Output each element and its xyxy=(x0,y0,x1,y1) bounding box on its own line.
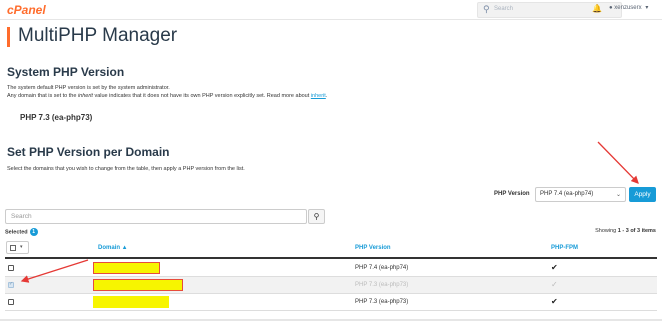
domain-redacted xyxy=(93,279,183,291)
inherit-link[interactable]: inherit xyxy=(311,93,326,99)
checkmark-icon: ✔ xyxy=(551,297,558,306)
domain-redacted xyxy=(93,296,169,308)
username-label: xenzuserx xyxy=(614,5,642,11)
table-header: ▾ Domain ▲ PHP Version PHP-FPM xyxy=(5,238,657,259)
php-version-select[interactable]: PHP 7.4 (ea-php74) ⌄ xyxy=(535,187,626,202)
checkmark-icon: ✔ xyxy=(551,263,558,272)
selected-badge: 1 xyxy=(29,228,38,236)
system-php-heading: System PHP Version xyxy=(7,65,125,79)
system-php-desc-1: The system default PHP version is set by… xyxy=(7,85,170,91)
bell-icon[interactable]: 🔔 xyxy=(592,4,602,13)
user-menu[interactable]: ● xenzuserx ▾ xyxy=(609,4,648,11)
chevron-down-icon: ⌄ xyxy=(615,192,621,198)
php-version-selected: PHP 7.4 (ea-php74) xyxy=(540,191,594,197)
desc-text: Any domain that is set to the xyxy=(7,93,78,99)
checkmark-icon: ✓ xyxy=(551,280,558,289)
showing-count: Showing 1 - 3 of 3 items xyxy=(595,228,656,234)
row-checkbox[interactable] xyxy=(8,281,14,288)
selected-label: Selected xyxy=(5,229,28,236)
global-search-placeholder: Search xyxy=(494,6,514,12)
apply-button[interactable]: Apply xyxy=(629,187,656,202)
selected-count: Selected 1 xyxy=(5,228,38,236)
system-php-desc-2: Any domain that is set to the inherit va… xyxy=(7,93,327,99)
search-icon: ⚲ xyxy=(313,212,320,221)
desc-em: inherit xyxy=(77,93,93,99)
table-row[interactable]: PHP 7.4 (ea-php74) ✔ xyxy=(5,260,657,277)
arrow-to-apply xyxy=(597,141,639,184)
page-title: MultiPHP Manager xyxy=(18,25,178,46)
per-domain-desc: Select the domains that you wish to chan… xyxy=(7,166,245,172)
table-row[interactable]: PHP 7.3 (ea-php73) ✔ xyxy=(5,294,657,311)
search-icon: ⚲ xyxy=(483,4,490,14)
table-row[interactable]: PHP 7.3 (ea-php73) ✓ xyxy=(5,277,657,294)
row-php-version: PHP 7.3 (ea-php73) xyxy=(355,299,409,305)
showing-range: 1 - 3 of 3 items xyxy=(617,228,656,234)
row-php-version: PHP 7.3 (ea-php73) xyxy=(355,282,409,288)
select-all-checkbox[interactable] xyxy=(10,245,16,251)
table-search-placeholder: Search xyxy=(11,213,32,220)
table-search-input[interactable]: Search xyxy=(5,209,307,224)
desc-text: value indicates that it does not have it… xyxy=(92,93,311,99)
title-accent-bar xyxy=(7,27,10,47)
per-domain-heading: Set PHP Version per Domain xyxy=(7,145,170,159)
showing-pre: Showing xyxy=(595,228,618,234)
user-icon: ● xyxy=(609,5,613,11)
row-php-version: PHP 7.4 (ea-php74) xyxy=(355,265,409,271)
table-search-button[interactable]: ⚲ xyxy=(308,209,325,224)
column-domain[interactable]: Domain ▲ xyxy=(98,245,128,251)
row-checkbox[interactable] xyxy=(8,299,14,305)
desc-text: . xyxy=(325,93,328,99)
chevron-down-icon: ▾ xyxy=(645,5,649,11)
php-version-label: PHP Version xyxy=(494,191,530,197)
column-php-fpm[interactable]: PHP-FPM xyxy=(551,245,578,251)
top-bar: cPanel ⚲ Search 🔔 ● xenzuserx ▾ xyxy=(0,0,662,20)
column-php-version[interactable]: PHP Version xyxy=(355,245,391,251)
cpanel-logo[interactable]: cPanel xyxy=(7,3,46,17)
current-php-version: PHP 7.3 (ea-php73) xyxy=(20,113,93,122)
chevron-down-icon: ▾ xyxy=(20,244,23,250)
domain-redacted xyxy=(93,262,160,274)
row-checkbox[interactable] xyxy=(8,265,14,271)
bulk-select-dropdown[interactable]: ▾ xyxy=(6,241,29,254)
